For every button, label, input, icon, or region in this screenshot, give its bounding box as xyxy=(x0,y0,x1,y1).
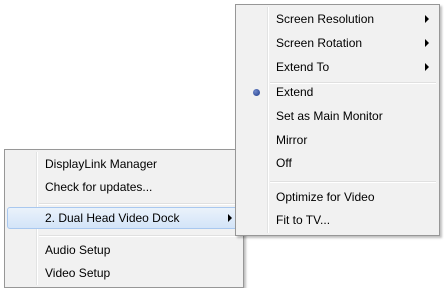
menu-item-label: Extend xyxy=(276,85,314,99)
menu-item-mirror[interactable]: Mirror xyxy=(238,129,437,151)
main-context-menu: DisplayLink Manager Check for updates...… xyxy=(4,149,244,288)
chevron-right-icon xyxy=(425,63,429,71)
menu-item-label: Video Setup xyxy=(45,266,111,280)
radio-bullet-icon xyxy=(253,89,260,96)
menu-item-label: Fit to TV... xyxy=(276,213,331,227)
menu-item-extend-to[interactable]: Extend To xyxy=(238,56,437,78)
menu-item-off[interactable]: Off xyxy=(238,152,437,174)
menu-item-audio-setup[interactable]: Audio Setup xyxy=(7,239,241,261)
menu-item-label: Screen Resolution xyxy=(276,12,375,26)
menu-item-label: Check for updates... xyxy=(45,180,153,194)
menu-item-label: Off xyxy=(276,156,292,170)
menu-item-label: Set as Main Monitor xyxy=(276,109,383,123)
menu-item-label: DisplayLink Manager xyxy=(45,157,158,171)
menu-item-fit-to-tv[interactable]: Fit to TV... xyxy=(238,209,437,231)
menu-item-label: Optimize for Video xyxy=(276,190,375,204)
menu-item-set-as-main-monitor[interactable]: Set as Main Monitor xyxy=(238,105,437,127)
menu-item-displaylink-manager[interactable]: DisplayLink Manager xyxy=(7,153,241,175)
menu-item-screen-resolution[interactable]: Screen Resolution xyxy=(238,8,437,30)
menu-item-extend[interactable]: Extend xyxy=(238,81,437,103)
chevron-right-icon xyxy=(425,15,429,23)
menu-item-label: Audio Setup xyxy=(45,243,111,257)
menu-item-label: Screen Rotation xyxy=(276,36,363,50)
menu-separator xyxy=(39,203,240,205)
menu-separator xyxy=(270,181,436,183)
dock-submenu: Screen Resolution Screen Rotation Extend… xyxy=(235,4,440,236)
menu-separator xyxy=(39,235,240,237)
chevron-right-icon xyxy=(425,39,429,47)
menu-item-check-for-updates[interactable]: Check for updates... xyxy=(7,176,241,198)
menu-item-label: Extend To xyxy=(276,60,330,74)
menu-item-screen-rotation[interactable]: Screen Rotation xyxy=(238,32,437,54)
chevron-right-icon xyxy=(228,214,232,222)
menu-item-optimize-for-video[interactable]: Optimize for Video xyxy=(238,186,437,208)
menu-item-dual-head-video-dock[interactable]: 2. Dual Head Video Dock xyxy=(7,207,241,229)
menu-item-label: Mirror xyxy=(276,133,308,147)
menu-item-label: 2. Dual Head Video Dock xyxy=(45,211,180,225)
menu-item-video-setup[interactable]: Video Setup xyxy=(7,262,241,284)
